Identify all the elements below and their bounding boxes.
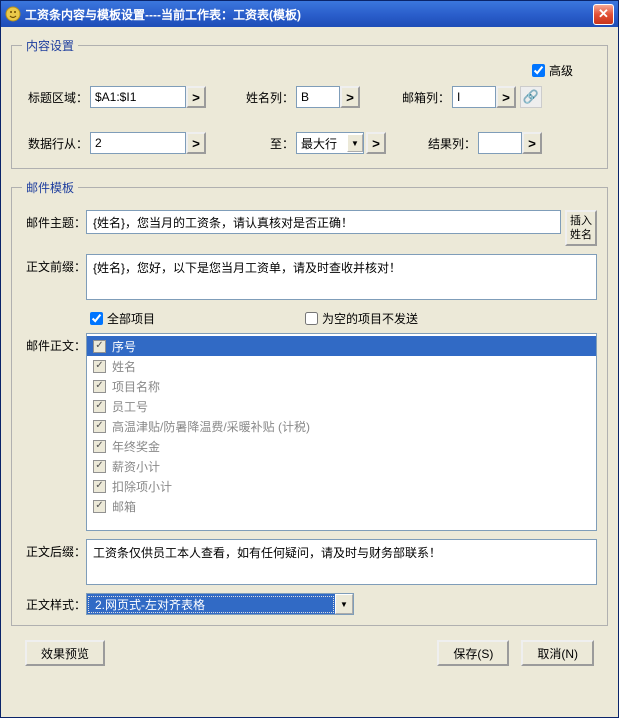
prefix-textarea[interactable] (86, 254, 597, 300)
style-value: 2.网页式-左对齐表格 (88, 596, 334, 613)
style-label: 正文样式： (22, 596, 86, 613)
close-button[interactable]: ✕ (593, 4, 614, 25)
body-items-listbox[interactable]: ✓序号 ✓姓名 ✓项目名称 ✓员工号 ✓高温津贴/防暑降温费/采暖补贴 (计税)… (86, 333, 597, 531)
chevron-down-icon[interactable]: ▼ (335, 594, 353, 614)
button-bar: 效果预览 保存(S) 取消(N) (11, 636, 608, 666)
subject-label: 邮件主题： (22, 210, 86, 231)
list-item[interactable]: ✓扣除项小计 (87, 476, 596, 496)
content-settings-legend: 内容设置 (22, 37, 78, 54)
advanced-checkbox[interactable] (532, 64, 545, 77)
list-item[interactable]: ✓高温津贴/防暑降温费/采暖补贴 (计税) (87, 416, 596, 436)
name-col-label: 姓名列： (214, 89, 294, 106)
suffix-textarea[interactable] (86, 539, 597, 585)
check-icon: ✓ (93, 400, 106, 413)
link-icon[interactable]: 🔗 (520, 86, 542, 108)
content-settings-group: 内容设置 高级 标题区域： > 姓名列： > 邮箱列： > 🔗 数据行从： (11, 37, 608, 169)
cancel-button[interactable]: 取消(N) (521, 640, 594, 666)
save-button[interactable]: 保存(S) (437, 640, 509, 666)
skip-empty-checkbox[interactable] (305, 312, 318, 325)
to-input[interactable] (297, 134, 347, 152)
advanced-checkbox-row: 高级 (528, 62, 577, 79)
name-col-input[interactable] (296, 86, 340, 108)
mail-template-legend: 邮件模板 (22, 179, 78, 196)
dialog-window: 工资条内容与模板设置----当前工作表：工资表(模板) ✕ 内容设置 高级 标题… (0, 0, 619, 718)
to-combo[interactable]: ▼ (296, 132, 364, 154)
list-item[interactable]: ✓项目名称 (87, 376, 596, 396)
to-picker-button[interactable]: > (366, 132, 386, 154)
title-area-input[interactable] (90, 86, 186, 108)
check-icon: ✓ (93, 440, 106, 453)
titlebar: 工资条内容与模板设置----当前工作表：工资表(模板) ✕ (1, 1, 618, 27)
client-area: 内容设置 高级 标题区域： > 姓名列： > 邮箱列： > 🔗 数据行从： (1, 27, 618, 717)
result-col-label: 结果列： (394, 135, 476, 152)
email-col-input[interactable] (452, 86, 496, 108)
prefix-label: 正文前缀： (22, 254, 86, 275)
list-item[interactable]: ✓序号 (87, 336, 596, 356)
email-col-label: 邮箱列： (368, 89, 450, 106)
result-col-input[interactable] (478, 132, 522, 154)
all-items-checkbox[interactable] (90, 312, 103, 325)
app-icon (5, 6, 21, 22)
check-icon: ✓ (93, 380, 106, 393)
data-row-from-picker-button[interactable]: > (186, 132, 206, 154)
list-item[interactable]: ✓邮箱 (87, 496, 596, 516)
skip-empty-option[interactable]: 为空的项目不发送 (305, 310, 418, 327)
preview-button[interactable]: 效果预览 (25, 640, 105, 666)
style-combo[interactable]: 2.网页式-左对齐表格 ▼ (86, 593, 354, 615)
list-item[interactable]: ✓年终奖金 (87, 436, 596, 456)
check-icon: ✓ (93, 460, 106, 473)
list-item[interactable]: ✓员工号 (87, 396, 596, 416)
body-label: 邮件正文： (22, 333, 86, 354)
list-item[interactable]: ✓薪资小计 (87, 456, 596, 476)
advanced-label: 高级 (549, 62, 573, 79)
subject-input[interactable] (86, 210, 561, 234)
list-item[interactable]: ✓姓名 (87, 356, 596, 376)
title-area-picker-button[interactable]: > (186, 86, 206, 108)
to-label: 至： (214, 135, 294, 152)
check-icon: ✓ (93, 360, 106, 373)
check-icon: ✓ (93, 420, 106, 433)
result-col-picker-button[interactable]: > (522, 132, 542, 154)
title-area-label: 标题区域： (22, 89, 88, 106)
check-icon: ✓ (93, 340, 106, 353)
suffix-label: 正文后缀： (22, 539, 86, 560)
email-col-picker-button[interactable]: > (496, 86, 516, 108)
data-row-from-label: 数据行从： (22, 135, 88, 152)
all-items-option[interactable]: 全部项目 (90, 310, 155, 327)
window-title: 工资条内容与模板设置----当前工作表：工资表(模板) (25, 6, 593, 23)
insert-name-button[interactable]: 插入姓名 (565, 210, 597, 246)
name-col-picker-button[interactable]: > (340, 86, 360, 108)
mail-template-group: 邮件模板 邮件主题： 插入姓名 正文前缀： 全部项目 为空的项目不发送 (11, 179, 608, 626)
data-row-from-input[interactable] (90, 132, 186, 154)
check-icon: ✓ (93, 500, 106, 513)
to-dropdown-button[interactable]: ▼ (347, 134, 363, 152)
check-icon: ✓ (93, 480, 106, 493)
